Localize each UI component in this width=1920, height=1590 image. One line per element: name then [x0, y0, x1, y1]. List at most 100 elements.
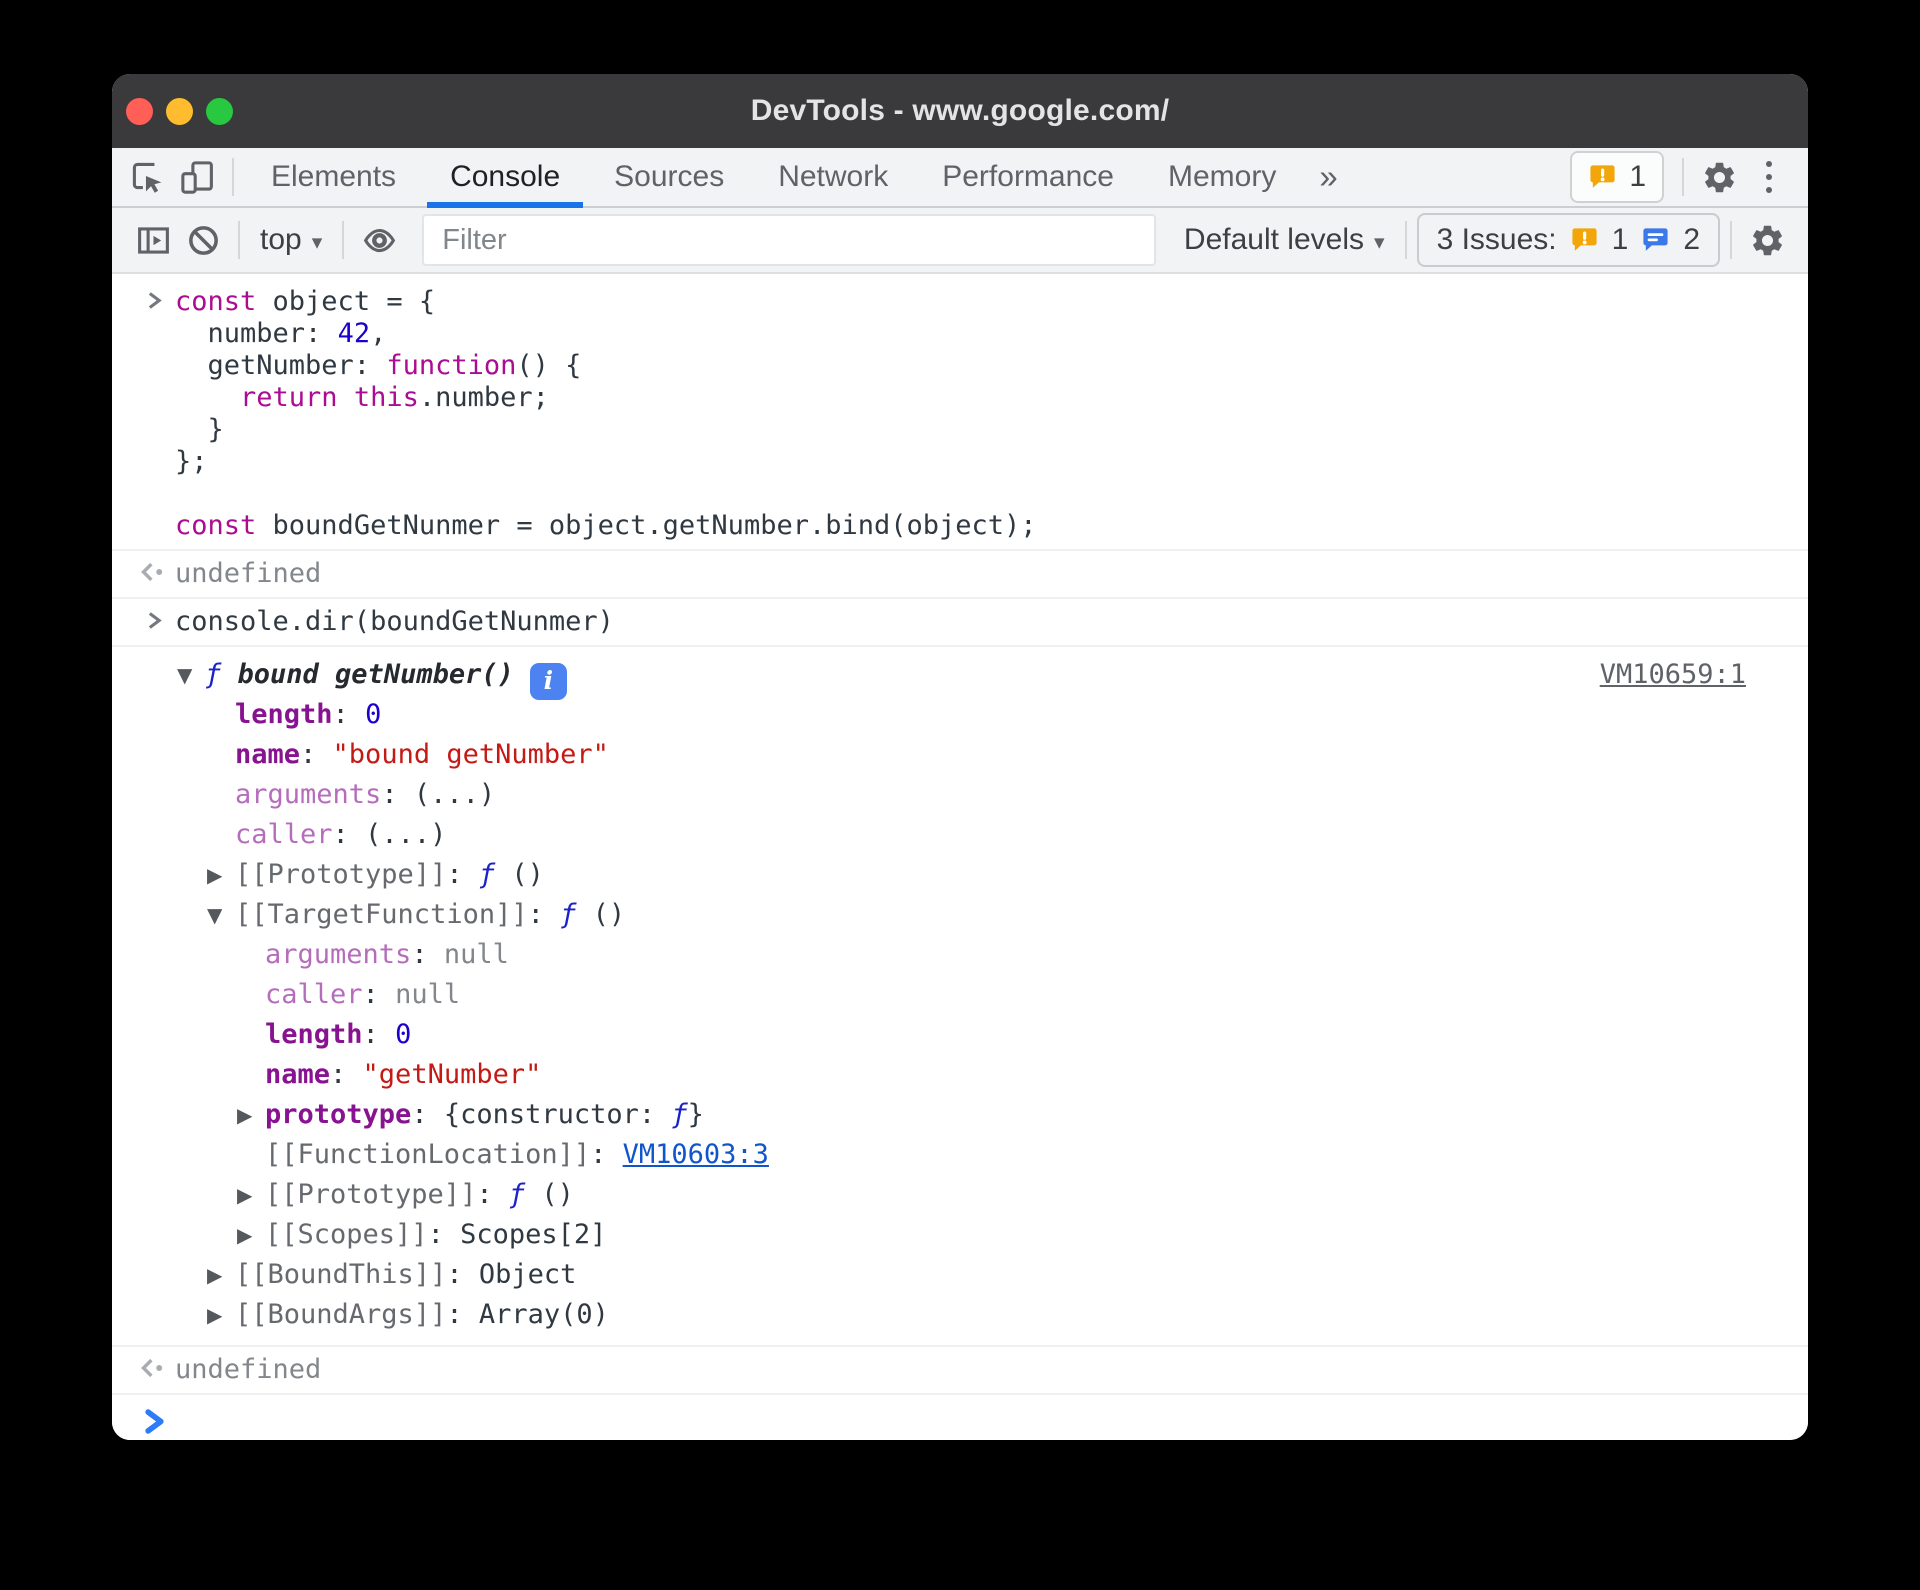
console-token: ƒ	[671, 1099, 688, 1130]
tree-row: caller: null	[112, 975, 1748, 1015]
return-value-icon	[140, 1358, 162, 1378]
console-message-input: console.dir(boundGetNunmer)	[112, 597, 1808, 645]
console-token: :	[446, 1299, 479, 1330]
toggle-device-toolbar-button[interactable]	[172, 152, 222, 202]
console-settings-button[interactable]	[1742, 215, 1792, 265]
levels-label: Default levels	[1183, 223, 1365, 256]
console-token: arguments	[235, 779, 382, 810]
console-token: Array(0)	[478, 1299, 609, 1330]
console-messages: const object = { number: 42, getNumber: …	[112, 274, 1808, 1440]
console-token: :	[446, 859, 479, 890]
context-label: top	[260, 223, 302, 256]
console-token: [[BoundArgs]]	[235, 1299, 447, 1330]
disclosure-triangle-icon[interactable]: ▶	[237, 1215, 265, 1255]
input-chevron-icon	[148, 292, 162, 309]
console-token: object = {	[256, 286, 436, 317]
console-token: length	[265, 1019, 363, 1050]
minimize-window-button[interactable]	[166, 97, 193, 125]
more-options-button[interactable]	[1744, 152, 1794, 202]
disclosure-triangle-icon[interactable]: ▶	[207, 855, 235, 895]
title-bar: DevTools - www.google.com/	[112, 74, 1808, 148]
console-token: };	[175, 446, 208, 477]
tab-performance[interactable]: Performance	[915, 148, 1141, 206]
tree-row: ▶ prototype: {constructor: ƒ}	[112, 1095, 1748, 1135]
console-message-tree: VM10659:1 ▼ ƒ bound getNumber() i length: 0n…	[112, 645, 1808, 1345]
console-line: number: 42,	[175, 318, 1748, 350]
message-gutter	[134, 608, 174, 633]
create-live-expression-button[interactable]	[354, 215, 404, 265]
console-line: undefined	[175, 1354, 1748, 1386]
disclosure-triangle-icon[interactable]: ▶	[237, 1175, 265, 1215]
zoom-window-button[interactable]	[206, 97, 233, 125]
tree-row: length: 0	[112, 695, 1748, 735]
console-token: number:	[175, 318, 338, 349]
console-token: :	[476, 1179, 509, 1210]
console-token: (...)	[365, 819, 447, 850]
issues-counter-button[interactable]: 3 Issues: 1 2	[1416, 213, 1720, 267]
tab-network[interactable]: Network	[751, 148, 915, 206]
console-token	[338, 382, 354, 413]
divider	[342, 221, 345, 259]
chevron-down-icon: ▾	[1374, 230, 1385, 254]
tree-row: ▶ [[BoundThis]]: Object	[112, 1255, 1748, 1295]
more-tabs-button[interactable]: »	[1303, 158, 1353, 196]
console-toolbar: top ▾ Default levels ▾ 3 Issues: 1	[112, 208, 1808, 274]
tab-sources[interactable]: Sources	[587, 148, 751, 206]
console-token: :	[411, 1099, 444, 1130]
devtools-window: DevTools - www.google.com/ Elements Conso…	[112, 74, 1808, 1440]
console-token: :	[527, 899, 561, 930]
disclosure-triangle-icon[interactable]: ▼	[177, 655, 205, 695]
info-icon[interactable]: i	[529, 662, 567, 700]
source-link[interactable]: VM10659:1	[1600, 659, 1746, 690]
console-message-prompt[interactable]	[112, 1393, 1808, 1440]
input-chevron-icon	[148, 612, 162, 629]
javascript-context-selector[interactable]: top ▾	[250, 223, 332, 257]
console-token: name	[265, 1059, 331, 1090]
console-sidebar-toggle[interactable]	[128, 215, 178, 265]
message-gutter	[134, 560, 174, 584]
tab-elements[interactable]: Elements	[244, 148, 423, 206]
prompt-chevron-icon	[144, 1409, 164, 1434]
tree-row: ▶ [[BoundArgs]]: Array(0)	[112, 1295, 1748, 1335]
disclosure-triangle-icon[interactable]: ▶	[237, 1095, 265, 1135]
console-token: [[TargetFunction]]	[235, 899, 528, 930]
disclosure-triangle-icon[interactable]: ▶	[207, 1295, 235, 1335]
disclosure-triangle-icon[interactable]: ▶	[207, 1255, 235, 1295]
console-token: length	[235, 699, 333, 730]
console-token: () {	[516, 350, 582, 381]
console-token: :	[300, 739, 333, 770]
console-token: ()	[541, 1179, 574, 1210]
console-token: Object	[478, 1259, 577, 1290]
console-token: }	[687, 1099, 704, 1130]
console-token: [[Prototype]]	[265, 1179, 477, 1210]
close-window-button[interactable]	[126, 97, 153, 125]
message-gutter	[134, 288, 174, 313]
issues-info-count: 2	[1683, 223, 1700, 256]
console-token: (...)	[413, 779, 496, 810]
clear-circle-slash-icon	[188, 225, 218, 255]
source-link[interactable]: VM10603:3	[623, 1139, 769, 1170]
traffic-lights	[126, 74, 233, 148]
console-token: this	[353, 382, 419, 413]
tab-memory[interactable]: Memory	[1141, 148, 1303, 206]
console-token: undefined	[175, 1354, 322, 1385]
filter-input[interactable]	[422, 214, 1156, 266]
console-token: arguments	[265, 939, 412, 970]
console-token: boundGetNunmer = object.getNumber.bind(o…	[256, 510, 1037, 541]
console-token: 0	[395, 1019, 412, 1050]
settings-button[interactable]	[1694, 152, 1744, 202]
tab-console[interactable]: Console	[423, 148, 587, 208]
warning-bubble-icon	[1572, 227, 1597, 251]
divider	[238, 221, 240, 259]
console-message-result: undefined	[112, 1345, 1808, 1393]
console-token: Scopes[2]	[460, 1219, 607, 1250]
console-token	[175, 382, 240, 413]
disclosure-triangle-icon[interactable]: ▼	[207, 895, 235, 935]
log-levels-selector[interactable]: Default levels ▾	[1174, 223, 1395, 257]
inspect-element-button[interactable]	[122, 152, 172, 202]
console-token: [[Scopes]]	[265, 1219, 428, 1250]
clear-console-button[interactable]	[178, 215, 228, 265]
console-token: :	[330, 1059, 363, 1090]
error-counter-button[interactable]: 1	[1570, 151, 1664, 203]
